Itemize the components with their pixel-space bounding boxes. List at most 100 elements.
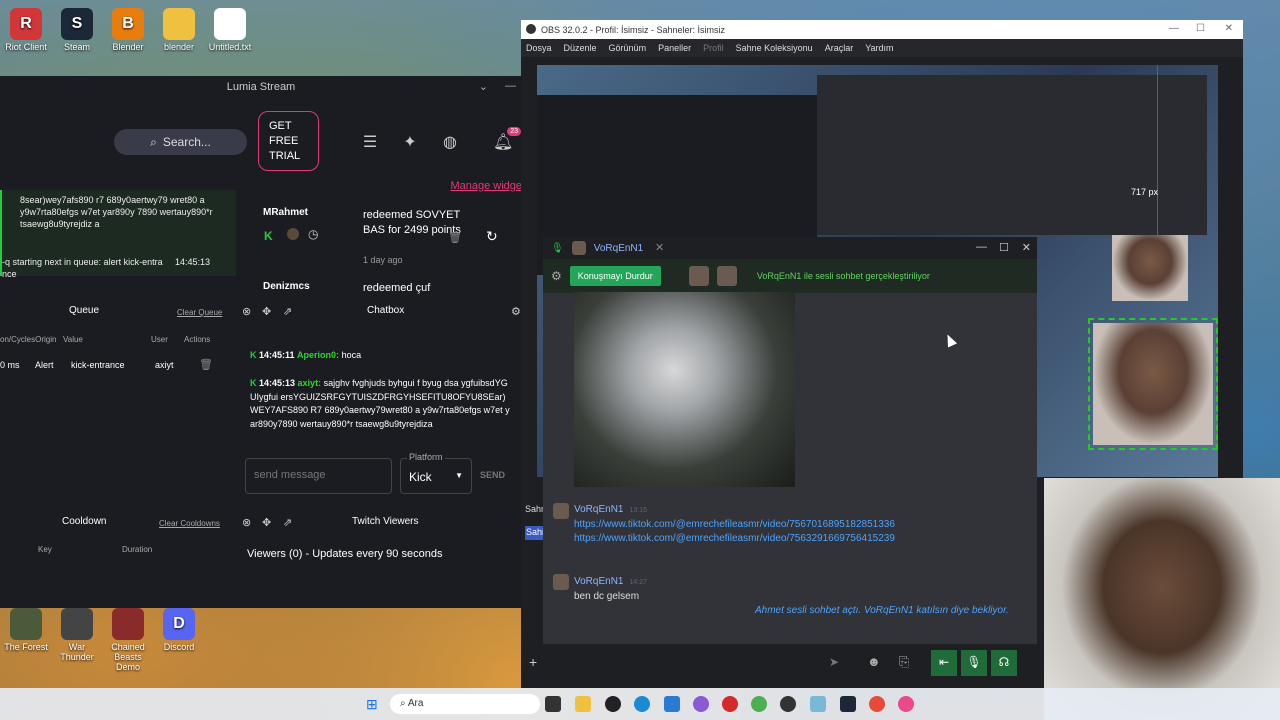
obs-icon[interactable] [605, 696, 621, 712]
get-free-trial-button[interactable]: GET FREE TRIAL [258, 111, 319, 171]
chat-user: axiyt: [297, 378, 322, 388]
opera-icon[interactable] [722, 696, 738, 712]
taskbar-search[interactable]: ⌕ Ara [390, 694, 540, 714]
popout-icon[interactable]: ⇗ [283, 516, 292, 529]
leave-call-icon[interactable]: ⇤ [931, 650, 957, 676]
move-icon[interactable]: ✥ [262, 516, 271, 529]
menu-item-sahne-koleksiyonu[interactable]: Sahne Koleksiyonu [736, 43, 813, 53]
desktop-icon-label: Untitled.txt [208, 42, 252, 52]
app-icon [112, 608, 144, 640]
menu-item-paneller[interactable]: Paneller [658, 43, 691, 53]
trash-icon[interactable]: 🗑︎ [199, 358, 213, 371]
mic-icon[interactable]: 🎙︎ [961, 650, 987, 676]
size-readout: 717 px [1131, 187, 1159, 197]
log-text: 8sear)wey7afs890 r7 689y0aertwy79 wret80… [20, 195, 213, 229]
sliders-icon[interactable]: ☰ [360, 132, 380, 152]
menu-item-yardım[interactable]: Yardım [865, 43, 893, 53]
chat-time: 14:45:11 [259, 350, 295, 360]
message-author[interactable]: VoRqEnN1 14:27 [574, 576, 647, 587]
close-icon[interactable]: ✕ [655, 241, 664, 254]
desktop-icon[interactable]: D Discord [153, 608, 205, 652]
app-icon [10, 608, 42, 640]
app-icon[interactable] [780, 696, 796, 712]
close-icon[interactable]: ⊗ [242, 516, 251, 529]
minimize-icon[interactable]: — [505, 80, 516, 92]
queue-col-origin: on/CyclesOrigin [0, 335, 57, 344]
clear-cooldowns-link[interactable]: Clear Cooldowns [159, 519, 220, 528]
plus-icon[interactable]: + [529, 654, 537, 670]
store-icon[interactable] [664, 696, 680, 712]
gear-icon[interactable]: ⚙ [551, 269, 562, 283]
task-view-icon[interactable] [545, 696, 561, 712]
palette-icon[interactable]: ◍ [440, 132, 460, 152]
redeem-user: MRahmet [263, 207, 309, 218]
trash-icon[interactable]: 🗑︎ [448, 231, 462, 244]
attached-image[interactable] [574, 292, 795, 487]
clock-icon: ◷ [308, 227, 319, 241]
taskbar-search-label: Ara [407, 698, 424, 709]
close-icon[interactable]: ⊗ [242, 305, 251, 318]
menu-item-profil[interactable]: Profil [703, 43, 724, 53]
desktop-icon[interactable]: Chained Beasts Demo [102, 608, 154, 672]
log-time: 14:45:13 [174, 257, 210, 267]
chat-time: 14:45:13 [259, 378, 296, 388]
desktop-icon[interactable]: Untitled.txt [204, 8, 256, 52]
menu-item-dosya[interactable]: Dosya [526, 43, 552, 53]
headphones-icon[interactable]: ☊ [991, 650, 1017, 676]
queue-col-user: User [151, 335, 168, 344]
popout-icon[interactable]: ⇗ [283, 305, 292, 318]
move-icon[interactable]: ✥ [262, 305, 271, 318]
minimize-icon[interactable]: — [976, 241, 987, 253]
replay-icon[interactable]: ↻ [486, 228, 498, 245]
send-button[interactable]: SEND [480, 458, 522, 494]
caret-down-icon: ▼ [455, 471, 463, 480]
scene-item[interactable]: Sahi [525, 526, 545, 540]
platform-select[interactable]: Platform Kick ▼ [400, 452, 472, 494]
menu-item-düzenle[interactable]: Düzenle [564, 43, 597, 53]
steam-icon[interactable] [840, 696, 856, 712]
file-explorer-icon[interactable] [575, 696, 591, 712]
app-icon[interactable] [869, 696, 885, 712]
desktop-icon[interactable]: The Forest [0, 608, 52, 652]
emoji-icon[interactable]: ☻ [867, 654, 881, 669]
desktop-icon-label: The Forest [4, 642, 48, 652]
message-author[interactable]: VoRqEnN1 13:15 [574, 504, 647, 515]
desktop-icon[interactable]: War Thunder [51, 608, 103, 662]
start-icon[interactable]: ⊞ [366, 696, 378, 713]
menu-item-görünüm[interactable]: Görünüm [609, 43, 647, 53]
cooldown-col-key: Key [38, 545, 52, 554]
desktop-icon[interactable]: R Riot Client [0, 8, 52, 52]
maximize-icon[interactable]: ☐ [1196, 23, 1205, 34]
clear-queue-link[interactable]: Clear Queue [177, 308, 222, 317]
close-window-icon[interactable]: ✕ [1022, 241, 1031, 254]
maximize-icon[interactable]: ☐ [999, 241, 1009, 254]
message-input[interactable]: send message [245, 458, 392, 494]
tiktok-link[interactable]: https://www.tiktok.com/@emrechefileasmr/… [574, 533, 895, 544]
app-icon[interactable] [810, 696, 826, 712]
menu-item-araçlar[interactable]: Araçlar [825, 43, 854, 53]
message-composer[interactable]: + ➤ ☻ ⎘ ⇤ 🎙︎ ☊ [529, 644, 1037, 683]
copilot-icon[interactable] [693, 696, 709, 712]
lumia-icon[interactable] [898, 696, 914, 712]
preview-webcam [1093, 323, 1213, 445]
edge-icon[interactable] [634, 696, 650, 712]
desktop-icon[interactable]: B Blender [102, 8, 154, 52]
chevron-down-icon[interactable]: ⌄ [479, 80, 488, 93]
gear-icon[interactable]: ⚙ [511, 305, 521, 318]
manage-widgets-link[interactable]: Manage widge [450, 180, 522, 192]
tiktok-link[interactable]: https://www.tiktok.com/@emrechefileasmr/… [574, 519, 895, 530]
desktop-icon[interactable]: S Steam [51, 8, 103, 52]
attach-icon[interactable]: ⎘ [899, 654, 909, 670]
search-label: Search... [162, 135, 211, 149]
voice-call-bar: ⚙ Konuşmayı Durdur VoRqEnN1 ile sesli so… [543, 259, 1037, 293]
chrome-icon[interactable] [751, 696, 767, 712]
close-icon[interactable]: ✕ [1225, 23, 1233, 34]
bell-icon[interactable]: 🔔︎ 23 [493, 127, 521, 152]
minimize-icon[interactable]: — [1169, 23, 1179, 34]
search-button[interactable]: ⌕ Search... [114, 129, 247, 155]
send-icon[interactable]: ➤ [829, 655, 839, 669]
desktop-icon[interactable]: blender [153, 8, 205, 52]
bulb-icon[interactable]: ✦ [400, 132, 420, 152]
stop-talking-button[interactable]: Konuşmayı Durdur [569, 266, 661, 286]
chat-user: Aperion0: [297, 350, 340, 360]
